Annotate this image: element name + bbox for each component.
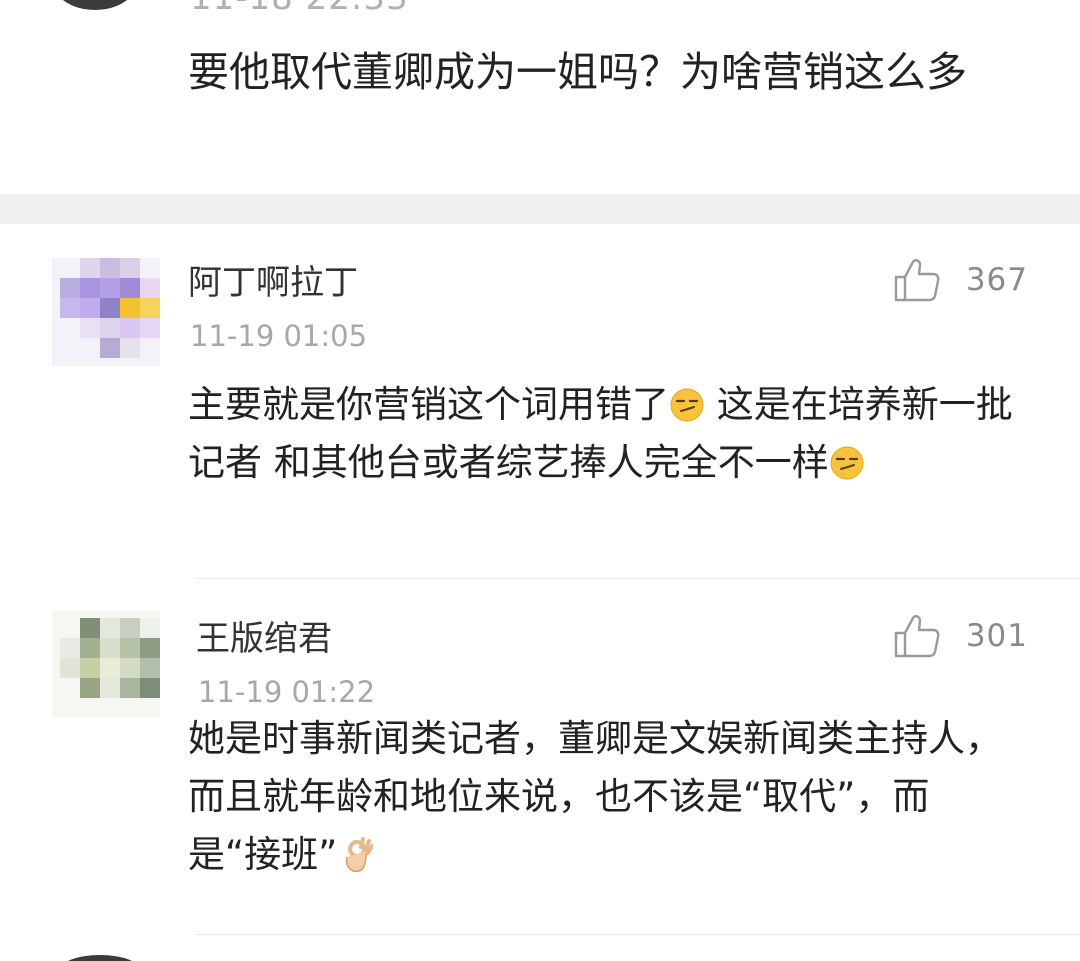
comment-text: 要他取代董卿成为一姐吗？为啥营销这么多 (188, 48, 967, 96)
username[interactable]: 王版绾君 (196, 611, 332, 660)
like-count: 367 (965, 262, 1028, 298)
avatar[interactable] (52, 258, 160, 366)
comment-text: 她是时事新闻类记者，董卿是文娱新闻类主持人，而且就年龄和地位来说，也不该是“取代… (188, 710, 1018, 884)
thumbs-up-icon (894, 259, 940, 302)
comment-feed: 11-18 22:33 要他取代董卿成为一姐吗？为啥营销这么多 (0, 0, 1080, 961)
smirk-emoji-icon (830, 446, 864, 480)
like-button[interactable]: 367 (894, 258, 1028, 302)
comment-time: 11-19 01:05 (190, 319, 368, 353)
comment-item: 王版绾君 11-19 01:22 301 她是时事新闻类记者，董卿是文娱新闻类主… (0, 580, 1080, 935)
like-button[interactable]: 301 (894, 614, 1028, 658)
comment-time: 11-18 22:33 (190, 0, 409, 18)
username[interactable]: 阿丁啊拉丁 (188, 255, 358, 304)
comment-text: 主要就是你营销这个词用错了 这是在培养新一批记者 和其他台或者综艺捧人完全不一样 (188, 376, 1018, 492)
comment-text-part: 主要就是你营销这个词用错了 (188, 383, 669, 426)
comment-time: 11-19 01:22 (198, 675, 376, 709)
divider (196, 578, 1080, 579)
comment-item: 阿丁啊拉丁 11-19 01:05 367 主要就是你营销这个词用错了 这是在培… (0, 224, 1080, 579)
previous-comment: 11-18 22:33 要他取代董卿成为一姐吗？为啥营销这么多 (0, 0, 1080, 194)
ok-hand-emoji-icon (346, 837, 374, 873)
thumbs-up-icon (894, 615, 940, 658)
smirk-emoji-icon (670, 388, 704, 422)
avatar[interactable] (52, 610, 160, 718)
like-count: 301 (965, 618, 1028, 654)
avatar[interactable] (52, 0, 138, 10)
section-gap (0, 194, 1080, 224)
comment-text-part: 她是时事新闻类记者，董卿是文娱新闻类主持人，而且就年龄和地位来说，也不该是“取代… (188, 717, 1002, 876)
divider (196, 934, 1080, 935)
